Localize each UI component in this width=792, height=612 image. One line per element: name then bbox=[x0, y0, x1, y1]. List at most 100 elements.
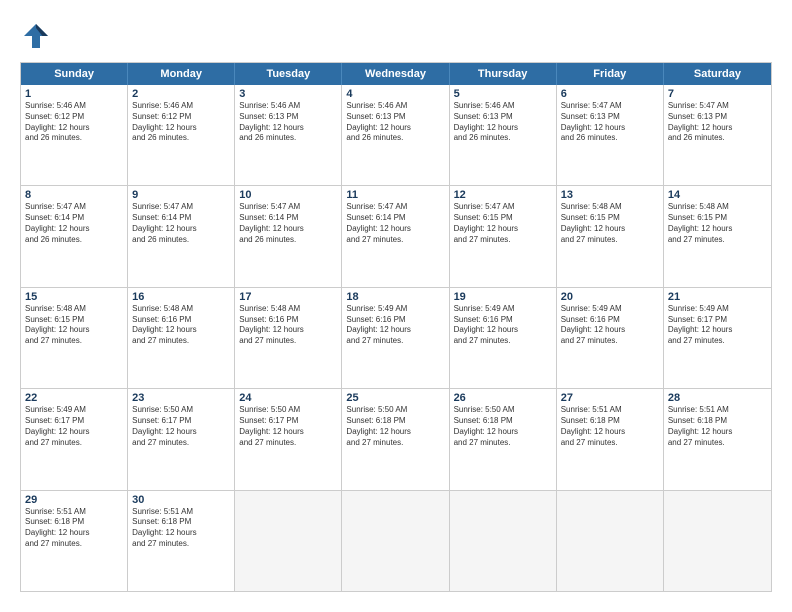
logo-icon bbox=[20, 20, 52, 52]
day-number: 3 bbox=[239, 88, 337, 100]
day-cell-30: 30Sunrise: 5:51 AMSunset: 6:18 PMDayligh… bbox=[128, 491, 235, 591]
day-cell-19: 19Sunrise: 5:49 AMSunset: 6:16 PMDayligh… bbox=[450, 288, 557, 388]
empty-cell-4-6 bbox=[664, 491, 771, 591]
day-info: Sunrise: 5:50 AMSunset: 6:18 PMDaylight:… bbox=[346, 405, 444, 448]
day-number: 7 bbox=[668, 88, 767, 100]
day-number: 14 bbox=[668, 189, 767, 201]
day-number: 4 bbox=[346, 88, 444, 100]
calendar-header: SundayMondayTuesdayWednesdayThursdayFrid… bbox=[21, 63, 771, 85]
day-cell-2: 2Sunrise: 5:46 AMSunset: 6:12 PMDaylight… bbox=[128, 85, 235, 185]
day-info: Sunrise: 5:49 AMSunset: 6:16 PMDaylight:… bbox=[346, 304, 444, 347]
day-cell-11: 11Sunrise: 5:47 AMSunset: 6:14 PMDayligh… bbox=[342, 186, 449, 286]
header-day-friday: Friday bbox=[557, 63, 664, 85]
page: SundayMondayTuesdayWednesdayThursdayFrid… bbox=[0, 0, 792, 612]
calendar-row-4: 29Sunrise: 5:51 AMSunset: 6:18 PMDayligh… bbox=[21, 491, 771, 591]
day-info: Sunrise: 5:48 AMSunset: 6:16 PMDaylight:… bbox=[132, 304, 230, 347]
day-info: Sunrise: 5:49 AMSunset: 6:17 PMDaylight:… bbox=[668, 304, 767, 347]
day-number: 13 bbox=[561, 189, 659, 201]
day-cell-29: 29Sunrise: 5:51 AMSunset: 6:18 PMDayligh… bbox=[21, 491, 128, 591]
day-cell-17: 17Sunrise: 5:48 AMSunset: 6:16 PMDayligh… bbox=[235, 288, 342, 388]
day-info: Sunrise: 5:49 AMSunset: 6:16 PMDaylight:… bbox=[561, 304, 659, 347]
day-number: 21 bbox=[668, 291, 767, 303]
empty-cell-4-4 bbox=[450, 491, 557, 591]
day-number: 18 bbox=[346, 291, 444, 303]
day-info: Sunrise: 5:47 AMSunset: 6:14 PMDaylight:… bbox=[346, 202, 444, 245]
day-cell-1: 1Sunrise: 5:46 AMSunset: 6:12 PMDaylight… bbox=[21, 85, 128, 185]
header-day-thursday: Thursday bbox=[450, 63, 557, 85]
calendar-row-2: 15Sunrise: 5:48 AMSunset: 6:15 PMDayligh… bbox=[21, 288, 771, 389]
day-info: Sunrise: 5:48 AMSunset: 6:15 PMDaylight:… bbox=[668, 202, 767, 245]
day-number: 30 bbox=[132, 494, 230, 506]
day-number: 29 bbox=[25, 494, 123, 506]
empty-cell-4-3 bbox=[342, 491, 449, 591]
day-cell-26: 26Sunrise: 5:50 AMSunset: 6:18 PMDayligh… bbox=[450, 389, 557, 489]
day-number: 1 bbox=[25, 88, 123, 100]
day-cell-16: 16Sunrise: 5:48 AMSunset: 6:16 PMDayligh… bbox=[128, 288, 235, 388]
day-cell-14: 14Sunrise: 5:48 AMSunset: 6:15 PMDayligh… bbox=[664, 186, 771, 286]
calendar-body: 1Sunrise: 5:46 AMSunset: 6:12 PMDaylight… bbox=[21, 85, 771, 591]
calendar-row-1: 8Sunrise: 5:47 AMSunset: 6:14 PMDaylight… bbox=[21, 186, 771, 287]
day-number: 12 bbox=[454, 189, 552, 201]
day-number: 27 bbox=[561, 392, 659, 404]
day-number: 25 bbox=[346, 392, 444, 404]
day-info: Sunrise: 5:48 AMSunset: 6:15 PMDaylight:… bbox=[25, 304, 123, 347]
day-number: 20 bbox=[561, 291, 659, 303]
calendar-row-0: 1Sunrise: 5:46 AMSunset: 6:12 PMDaylight… bbox=[21, 85, 771, 186]
day-info: Sunrise: 5:51 AMSunset: 6:18 PMDaylight:… bbox=[668, 405, 767, 448]
day-number: 22 bbox=[25, 392, 123, 404]
day-info: Sunrise: 5:50 AMSunset: 6:18 PMDaylight:… bbox=[454, 405, 552, 448]
day-info: Sunrise: 5:46 AMSunset: 6:13 PMDaylight:… bbox=[454, 101, 552, 144]
day-number: 6 bbox=[561, 88, 659, 100]
day-info: Sunrise: 5:50 AMSunset: 6:17 PMDaylight:… bbox=[132, 405, 230, 448]
empty-cell-4-5 bbox=[557, 491, 664, 591]
day-cell-27: 27Sunrise: 5:51 AMSunset: 6:18 PMDayligh… bbox=[557, 389, 664, 489]
day-info: Sunrise: 5:48 AMSunset: 6:15 PMDaylight:… bbox=[561, 202, 659, 245]
day-number: 24 bbox=[239, 392, 337, 404]
day-number: 9 bbox=[132, 189, 230, 201]
day-info: Sunrise: 5:46 AMSunset: 6:13 PMDaylight:… bbox=[239, 101, 337, 144]
day-info: Sunrise: 5:50 AMSunset: 6:17 PMDaylight:… bbox=[239, 405, 337, 448]
day-number: 5 bbox=[454, 88, 552, 100]
day-cell-5: 5Sunrise: 5:46 AMSunset: 6:13 PMDaylight… bbox=[450, 85, 557, 185]
header-day-monday: Monday bbox=[128, 63, 235, 85]
day-info: Sunrise: 5:46 AMSunset: 6:12 PMDaylight:… bbox=[25, 101, 123, 144]
day-cell-6: 6Sunrise: 5:47 AMSunset: 6:13 PMDaylight… bbox=[557, 85, 664, 185]
day-info: Sunrise: 5:47 AMSunset: 6:14 PMDaylight:… bbox=[25, 202, 123, 245]
day-cell-10: 10Sunrise: 5:47 AMSunset: 6:14 PMDayligh… bbox=[235, 186, 342, 286]
day-number: 16 bbox=[132, 291, 230, 303]
empty-cell-4-2 bbox=[235, 491, 342, 591]
day-cell-3: 3Sunrise: 5:46 AMSunset: 6:13 PMDaylight… bbox=[235, 85, 342, 185]
day-info: Sunrise: 5:51 AMSunset: 6:18 PMDaylight:… bbox=[561, 405, 659, 448]
day-info: Sunrise: 5:51 AMSunset: 6:18 PMDaylight:… bbox=[132, 507, 230, 550]
day-info: Sunrise: 5:48 AMSunset: 6:16 PMDaylight:… bbox=[239, 304, 337, 347]
day-info: Sunrise: 5:46 AMSunset: 6:13 PMDaylight:… bbox=[346, 101, 444, 144]
day-cell-22: 22Sunrise: 5:49 AMSunset: 6:17 PMDayligh… bbox=[21, 389, 128, 489]
day-info: Sunrise: 5:47 AMSunset: 6:13 PMDaylight:… bbox=[668, 101, 767, 144]
day-cell-7: 7Sunrise: 5:47 AMSunset: 6:13 PMDaylight… bbox=[664, 85, 771, 185]
day-cell-28: 28Sunrise: 5:51 AMSunset: 6:18 PMDayligh… bbox=[664, 389, 771, 489]
day-cell-20: 20Sunrise: 5:49 AMSunset: 6:16 PMDayligh… bbox=[557, 288, 664, 388]
day-info: Sunrise: 5:47 AMSunset: 6:14 PMDaylight:… bbox=[132, 202, 230, 245]
day-number: 19 bbox=[454, 291, 552, 303]
day-info: Sunrise: 5:46 AMSunset: 6:12 PMDaylight:… bbox=[132, 101, 230, 144]
day-number: 26 bbox=[454, 392, 552, 404]
day-info: Sunrise: 5:47 AMSunset: 6:14 PMDaylight:… bbox=[239, 202, 337, 245]
day-cell-9: 9Sunrise: 5:47 AMSunset: 6:14 PMDaylight… bbox=[128, 186, 235, 286]
calendar: SundayMondayTuesdayWednesdayThursdayFrid… bbox=[20, 62, 772, 592]
header-day-wednesday: Wednesday bbox=[342, 63, 449, 85]
day-number: 8 bbox=[25, 189, 123, 201]
day-number: 11 bbox=[346, 189, 444, 201]
day-cell-12: 12Sunrise: 5:47 AMSunset: 6:15 PMDayligh… bbox=[450, 186, 557, 286]
day-cell-23: 23Sunrise: 5:50 AMSunset: 6:17 PMDayligh… bbox=[128, 389, 235, 489]
day-cell-8: 8Sunrise: 5:47 AMSunset: 6:14 PMDaylight… bbox=[21, 186, 128, 286]
header-day-sunday: Sunday bbox=[21, 63, 128, 85]
day-cell-13: 13Sunrise: 5:48 AMSunset: 6:15 PMDayligh… bbox=[557, 186, 664, 286]
day-info: Sunrise: 5:51 AMSunset: 6:18 PMDaylight:… bbox=[25, 507, 123, 550]
header bbox=[20, 20, 772, 52]
header-day-saturday: Saturday bbox=[664, 63, 771, 85]
day-cell-18: 18Sunrise: 5:49 AMSunset: 6:16 PMDayligh… bbox=[342, 288, 449, 388]
day-info: Sunrise: 5:47 AMSunset: 6:15 PMDaylight:… bbox=[454, 202, 552, 245]
day-info: Sunrise: 5:49 AMSunset: 6:17 PMDaylight:… bbox=[25, 405, 123, 448]
day-number: 23 bbox=[132, 392, 230, 404]
day-cell-4: 4Sunrise: 5:46 AMSunset: 6:13 PMDaylight… bbox=[342, 85, 449, 185]
